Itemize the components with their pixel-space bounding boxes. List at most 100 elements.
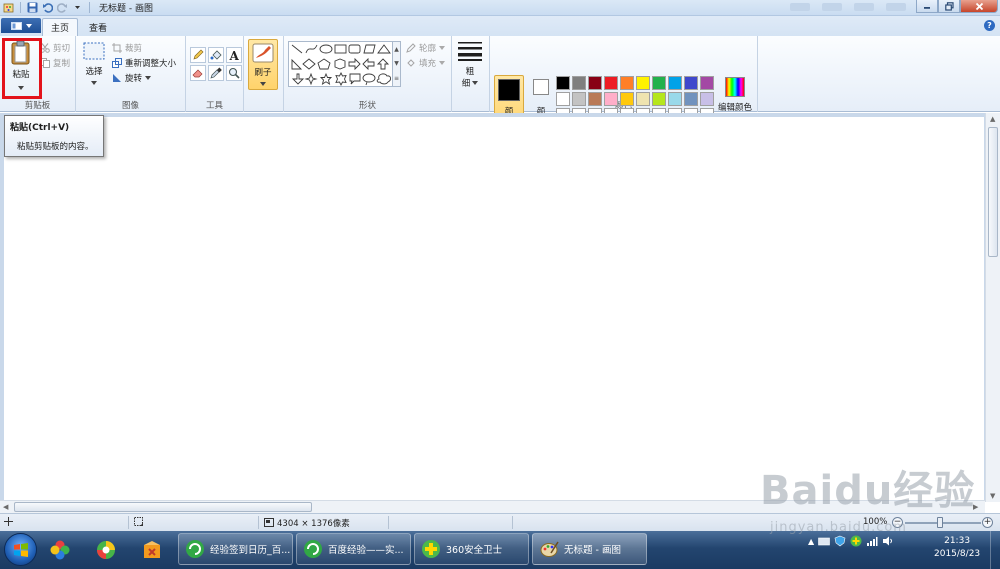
gallery-more-icon[interactable]: ≡ xyxy=(394,75,399,82)
pencil-icon[interactable] xyxy=(190,47,206,63)
browser-360-icon xyxy=(186,540,204,558)
maximize-button[interactable] xyxy=(938,0,960,13)
vertical-scroll-thumb[interactable] xyxy=(988,127,998,257)
palette-swatch[interactable] xyxy=(700,92,714,106)
resize-button[interactable]: 重新调整大小 xyxy=(112,57,176,69)
palette-swatch[interactable] xyxy=(588,92,602,106)
palette-swatch[interactable] xyxy=(652,92,666,106)
palette-swatch[interactable] xyxy=(700,76,714,90)
minimize-button[interactable] xyxy=(916,0,938,13)
edit-colors-label: 编辑颜色 xyxy=(717,103,752,113)
save-icon[interactable] xyxy=(26,1,39,14)
zoom-in-button[interactable]: + xyxy=(982,517,993,528)
palette-swatch[interactable] xyxy=(572,76,586,90)
shield-tray-icon[interactable] xyxy=(834,535,846,547)
status-separator xyxy=(512,516,513,529)
palette-swatch[interactable] xyxy=(668,92,682,106)
palette-swatch[interactable] xyxy=(620,76,634,90)
palette-swatch[interactable] xyxy=(684,76,698,90)
palette-swatch[interactable] xyxy=(604,92,618,106)
palette-swatch[interactable] xyxy=(652,76,666,90)
palette-swatch[interactable] xyxy=(636,76,650,90)
paste-button[interactable]: 粘贴 xyxy=(6,40,36,90)
crop-button[interactable]: 裁剪 xyxy=(112,42,142,54)
brushes-button[interactable]: 刷子 xyxy=(248,39,278,90)
undo-icon[interactable] xyxy=(41,1,54,14)
palette-swatch[interactable] xyxy=(668,76,682,90)
cut-button[interactable]: 剪切 xyxy=(40,42,70,54)
zoom-slider-track[interactable] xyxy=(905,522,981,524)
chevron-down-icon xyxy=(91,81,97,85)
close-button[interactable] xyxy=(960,0,998,13)
palette-swatch[interactable] xyxy=(620,92,634,106)
tab-home[interactable]: 主页 xyxy=(42,18,78,36)
scroll-down-arrow-icon[interactable]: ▼ xyxy=(990,492,995,500)
taskbar-task-baidu-jingyan[interactable]: 百度经验——实... xyxy=(296,533,411,565)
pinned-app-flower-icon[interactable] xyxy=(42,534,78,566)
copy-label: 复制 xyxy=(53,59,71,69)
tooltip-title: 粘贴(Ctrl+V) xyxy=(10,123,70,133)
network-signal-icon[interactable] xyxy=(866,535,878,547)
edit-colors-button[interactable]: 编辑颜色 xyxy=(716,77,754,113)
zoom-out-button[interactable]: − xyxy=(892,517,903,528)
palette-swatch[interactable] xyxy=(572,92,586,106)
selection-size-icon xyxy=(134,517,143,526)
volume-icon[interactable] xyxy=(882,535,894,547)
text-tool-icon[interactable]: A xyxy=(226,47,242,63)
horizontal-scrollbar[interactable]: ◀ ▶ xyxy=(0,500,985,513)
show-desktop-button[interactable] xyxy=(990,531,1000,569)
zoom-slider-knob[interactable] xyxy=(937,517,943,528)
size-button[interactable]: 粗 细 xyxy=(456,40,484,89)
taskbar-task-paint[interactable]: 无标题 - 画图 xyxy=(532,533,647,565)
shapes-gallery[interactable] xyxy=(288,41,396,87)
select-button[interactable]: 选择 xyxy=(82,42,106,85)
redo-icon[interactable] xyxy=(56,1,69,14)
fill-bucket-icon[interactable] xyxy=(208,47,224,63)
rotate-button[interactable]: 旋转 xyxy=(112,72,152,84)
tab-view[interactable]: 查看 xyxy=(80,18,116,36)
horizontal-scroll-thumb[interactable] xyxy=(14,502,312,512)
pinned-browser-icon[interactable] xyxy=(88,534,124,566)
chevron-down-icon[interactable]: ▼ xyxy=(394,60,399,67)
chevron-up-icon[interactable]: ▲ xyxy=(394,46,399,53)
taskbar-task-360-safe[interactable]: 360安全卫士 xyxy=(414,533,529,565)
tray-expand-icon[interactable]: ▲ xyxy=(808,537,814,546)
magnifier-icon[interactable] xyxy=(226,65,242,81)
vertical-scrollbar[interactable]: ▲ ▼ xyxy=(985,113,1000,502)
scroll-up-arrow-icon[interactable]: ▲ xyxy=(990,115,995,123)
size-label-row: 细 xyxy=(462,77,479,89)
palette-swatch[interactable] xyxy=(556,92,570,106)
shapes-gallery-icons xyxy=(291,44,391,87)
keyboard-tray-icon[interactable] xyxy=(818,535,830,547)
copy-button[interactable]: 复制 xyxy=(40,57,70,69)
palette-swatch[interactable] xyxy=(556,76,570,90)
scroll-left-arrow-icon[interactable]: ◀ xyxy=(3,503,8,511)
drawing-canvas[interactable] xyxy=(4,117,984,502)
clock[interactable]: 21:33 2015/8/23 xyxy=(934,535,980,561)
start-button[interactable] xyxy=(4,533,37,566)
paint-app-icon[interactable] xyxy=(2,1,15,14)
palette-swatch[interactable] xyxy=(636,92,650,106)
scroll-right-arrow-icon[interactable]: ▶ xyxy=(973,503,978,511)
paint-menu-button[interactable] xyxy=(1,18,41,33)
color-picker-icon[interactable] xyxy=(208,65,224,81)
pinned-app-box-icon[interactable] xyxy=(134,534,170,566)
fill-button[interactable]: 填充 xyxy=(406,57,446,69)
rotate-label: 旋转 xyxy=(125,74,143,84)
task-label: 无标题 - 画图 xyxy=(564,545,621,556)
help-icon[interactable]: ? xyxy=(984,20,995,31)
status-separator xyxy=(128,516,129,529)
360-tray-icon[interactable] xyxy=(850,535,862,547)
palette-swatch[interactable] xyxy=(604,76,618,90)
windows-logo-icon xyxy=(13,542,28,557)
customize-qat-chevron-down-icon[interactable] xyxy=(71,1,84,14)
size-label-line1: 粗 xyxy=(465,67,475,77)
taskbar-task-calendar[interactable]: 经验签到日历_百... xyxy=(178,533,293,565)
group-brushes: 刷子 xyxy=(244,36,284,112)
eraser-icon[interactable] xyxy=(190,65,206,81)
palette-swatch[interactable] xyxy=(684,92,698,106)
outline-button[interactable]: 轮廓 xyxy=(406,42,446,54)
palette-swatch[interactable] xyxy=(588,76,602,90)
shapes-gallery-scrollbar[interactable]: ▲ ▼ ≡ xyxy=(392,41,401,87)
blurred-overlay-menu xyxy=(790,3,906,11)
